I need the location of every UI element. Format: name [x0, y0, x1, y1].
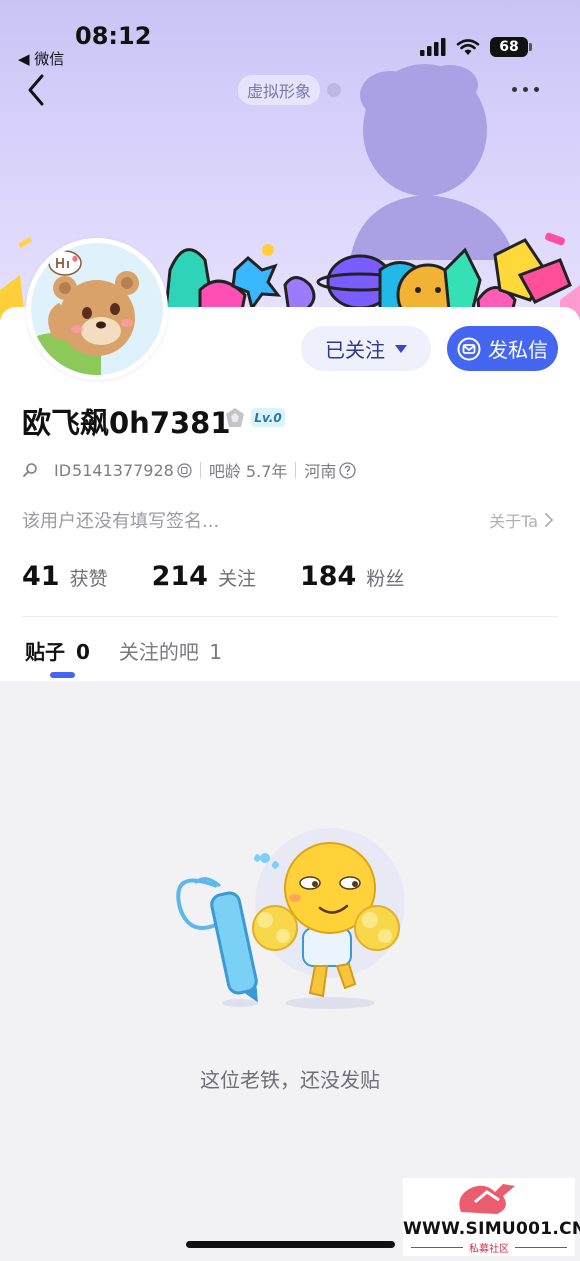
back-button[interactable] [22, 70, 52, 110]
tab-followed-bars[interactable]: 关注的吧 1 [119, 636, 222, 665]
profile-meta-row: ID 5141377928 吧龄 5.7年 河南 [22, 458, 357, 482]
chevron-right-icon [545, 513, 554, 527]
watermark-line [515, 1247, 567, 1248]
avatar[interactable] [26, 238, 168, 380]
meta-divider [199, 462, 201, 478]
tab-posts[interactable]: 贴子 0 [25, 636, 90, 665]
id-label: ID [54, 460, 72, 480]
user-signature: 该用户还没有填写签名... [22, 511, 220, 532]
user-id: 5141377928 [72, 460, 174, 480]
stat-label: 获赞 [69, 568, 108, 590]
wifi-icon [456, 39, 480, 55]
return-to-app-link[interactable]: ◀ 微信 [18, 48, 64, 69]
virtual-avatar-dot [327, 83, 341, 97]
status-time: 08:12 [75, 22, 152, 50]
tab-count: 1 [209, 640, 222, 664]
status-icons: 68 [420, 37, 532, 57]
watermark-url: WWW.SIMU001.CN [403, 1219, 580, 1239]
send-message-button[interactable]: 发私信 [447, 326, 558, 371]
tab-count: 0 [75, 640, 90, 664]
level-badge[interactable]: Lv.0 [251, 408, 285, 427]
empty-state-illustration [176, 828, 405, 1009]
bear-avatar-image [31, 250, 139, 375]
empty-state-text: 这位老铁，还没发贴 [200, 1068, 380, 1092]
more-button[interactable] [512, 80, 548, 98]
status-bar: 08:12 ◀ 微信 68 [0, 0, 580, 74]
site-watermark: WWW.SIMU001.CN 私募社区 [403, 1178, 580, 1256]
about-ta-link[interactable]: 关于Ta [489, 508, 554, 532]
active-tab-indicator [50, 672, 75, 678]
following-label: 已关注 [325, 338, 385, 362]
following-button[interactable]: 已关注 [301, 326, 431, 371]
bar-age: 吧龄 5.7年 [208, 462, 288, 481]
about-ta-label: 关于Ta [489, 512, 538, 531]
stat-value: 184 [299, 561, 357, 592]
virtual-avatar-tag[interactable]: 虚拟形象 [238, 75, 321, 105]
profile-stats: 41 获赞 214 关注 184 粉丝 [22, 561, 448, 592]
crown-badge-icon[interactable] [224, 407, 246, 429]
stat-label: 粉丝 [366, 568, 405, 590]
stat-label: 关注 [217, 568, 256, 590]
section-divider [22, 616, 558, 617]
cellular-signal-icon [420, 38, 446, 56]
stat-likes[interactable]: 41 获赞 [22, 561, 108, 592]
content-tabs: 贴子 0 关注的吧 1 [25, 636, 222, 665]
stat-value: 214 [151, 561, 208, 592]
envelope-icon [457, 337, 481, 360]
copy-icon[interactable] [177, 462, 192, 478]
home-indicator[interactable] [186, 1241, 395, 1248]
search-icon [23, 463, 37, 477]
chevron-left-icon [28, 74, 44, 106]
send-message-label: 发私信 [488, 338, 548, 362]
tab-label: 贴子 [25, 640, 65, 664]
location: 河南 [304, 462, 337, 481]
caret-down-icon [395, 344, 407, 353]
watermark-logo [459, 1184, 515, 1214]
tab-label: 关注的吧 [118, 640, 199, 664]
username: 欧飞飙0h7381 [22, 406, 231, 440]
battery-indicator: 68 [490, 37, 532, 57]
stat-followers[interactable]: 184 粉丝 [300, 561, 404, 592]
meta-divider [295, 462, 297, 478]
question-circle-icon[interactable] [339, 461, 357, 479]
stat-value: 41 [22, 561, 60, 592]
stat-following[interactable]: 214 关注 [152, 561, 256, 592]
more-dots-icon [512, 86, 517, 92]
